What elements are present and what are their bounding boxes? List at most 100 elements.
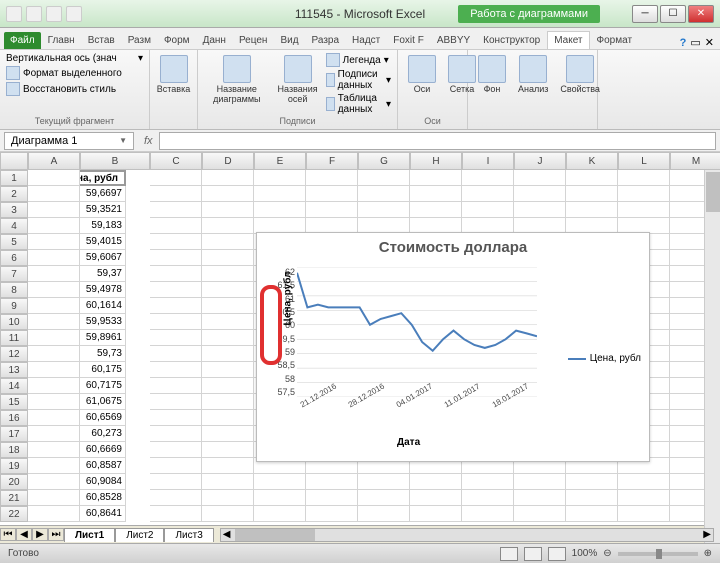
column-header-A[interactable]: A — [28, 152, 80, 170]
column-header-D[interactable]: D — [202, 152, 254, 170]
row-header-20[interactable]: 20 — [0, 474, 28, 490]
cell-C4[interactable] — [150, 218, 202, 234]
sheet-tab-2[interactable]: Лист2 — [115, 528, 164, 542]
cell-D13[interactable] — [202, 362, 254, 378]
help-icon[interactable]: ? — [680, 37, 687, 49]
cell-E1[interactable] — [254, 170, 306, 186]
cell-C14[interactable] — [150, 378, 202, 394]
cell-A19[interactable] — [28, 458, 80, 474]
embedded-chart[interactable]: Стоимость доллара 6261,56160,56059,55958… — [256, 232, 650, 462]
tab-insert[interactable]: Встав — [82, 32, 121, 49]
cell-D5[interactable] — [202, 234, 254, 250]
cell-I3[interactable] — [462, 202, 514, 218]
cell-A10[interactable] — [28, 314, 80, 330]
cell-L3[interactable] — [618, 202, 670, 218]
row-header-15[interactable]: 15 — [0, 394, 28, 410]
cell-A7[interactable] — [28, 266, 80, 282]
cell-C2[interactable] — [150, 186, 202, 202]
row-header-6[interactable]: 6 — [0, 250, 28, 266]
cell-H1[interactable] — [410, 170, 462, 186]
cell-G22[interactable] — [358, 506, 410, 522]
row-header-13[interactable]: 13 — [0, 362, 28, 378]
cell-A20[interactable] — [28, 474, 80, 490]
tab-foxit[interactable]: Foxit F — [387, 32, 430, 49]
row-header-21[interactable]: 21 — [0, 490, 28, 506]
view-normal-button[interactable] — [500, 547, 518, 561]
sheet-tab-1[interactable]: Лист1 — [64, 528, 115, 542]
cell-D6[interactable] — [202, 250, 254, 266]
cell-C15[interactable] — [150, 394, 202, 410]
cell-D9[interactable] — [202, 298, 254, 314]
row-header-9[interactable]: 9 — [0, 298, 28, 314]
cell-A5[interactable] — [28, 234, 80, 250]
cell-A21[interactable] — [28, 490, 80, 506]
chevron-down-icon[interactable]: ▼ — [119, 136, 127, 145]
zoom-out-button[interactable]: ⊖ — [603, 548, 611, 559]
cell-H20[interactable] — [410, 474, 462, 490]
qat-redo-icon[interactable] — [66, 6, 82, 22]
cell-D1[interactable] — [202, 170, 254, 186]
reset-style-button[interactable]: Восстановить стиль — [6, 82, 143, 96]
tab-file[interactable]: Файл — [4, 32, 41, 49]
tab-data[interactable]: Данн — [197, 32, 232, 49]
row-header-16[interactable]: 16 — [0, 410, 28, 426]
sheet-nav-first[interactable]: ⏮ — [0, 528, 16, 541]
cell-G21[interactable] — [358, 490, 410, 506]
cell-I20[interactable] — [462, 474, 514, 490]
cell-G1[interactable] — [358, 170, 410, 186]
cell-A16[interactable] — [28, 410, 80, 426]
row-header-12[interactable]: 12 — [0, 346, 28, 362]
cell-K22[interactable] — [566, 506, 618, 522]
cell-J2[interactable] — [514, 186, 566, 202]
background-button[interactable]: Фон — [474, 53, 510, 97]
tab-view[interactable]: Вид — [274, 32, 304, 49]
chart-plot-area[interactable] — [297, 267, 537, 397]
cell-C22[interactable] — [150, 506, 202, 522]
cell-J21[interactable] — [514, 490, 566, 506]
cell-A6[interactable] — [28, 250, 80, 266]
cell-A11[interactable] — [28, 330, 80, 346]
cell-D12[interactable] — [202, 346, 254, 362]
cell-D4[interactable] — [202, 218, 254, 234]
cell-C19[interactable] — [150, 458, 202, 474]
cell-H2[interactable] — [410, 186, 462, 202]
vscroll-thumb[interactable] — [706, 172, 720, 212]
row-header-17[interactable]: 17 — [0, 426, 28, 442]
column-header-M[interactable]: M — [670, 152, 720, 170]
cell-E3[interactable] — [254, 202, 306, 218]
column-header-E[interactable]: E — [254, 152, 306, 170]
row-header-10[interactable]: 10 — [0, 314, 28, 330]
cell-A2[interactable] — [28, 186, 80, 202]
cell-D20[interactable] — [202, 474, 254, 490]
minimize-button[interactable]: ─ — [632, 5, 658, 23]
cell-C18[interactable] — [150, 442, 202, 458]
cell-A4[interactable] — [28, 218, 80, 234]
cell-D21[interactable] — [202, 490, 254, 506]
cell-L2[interactable] — [618, 186, 670, 202]
cell-F20[interactable] — [306, 474, 358, 490]
cell-A15[interactable] — [28, 394, 80, 410]
cell-C11[interactable] — [150, 330, 202, 346]
chart-legend[interactable]: Цена, рубл — [568, 353, 641, 364]
view-pagebreak-button[interactable] — [548, 547, 566, 561]
cell-H3[interactable] — [410, 202, 462, 218]
cell-E22[interactable] — [254, 506, 306, 522]
row-header-2[interactable]: 2 — [0, 186, 28, 202]
cell-L21[interactable] — [618, 490, 670, 506]
sheet-nav-prev[interactable]: ◀ — [16, 528, 32, 541]
data-labels-button[interactable]: Подписи данных ▾ — [326, 69, 391, 91]
vertical-scrollbar[interactable] — [704, 170, 720, 543]
name-box[interactable]: Диаграмма 1▼ — [4, 132, 134, 150]
chart-title[interactable]: Стоимость доллара — [257, 233, 649, 256]
column-header-F[interactable]: F — [306, 152, 358, 170]
cell-D7[interactable] — [202, 266, 254, 282]
horizontal-scrollbar[interactable]: ◀▶ — [220, 528, 714, 542]
cell-C20[interactable] — [150, 474, 202, 490]
tab-addins[interactable]: Надст — [346, 32, 386, 49]
tab-abbyy[interactable]: ABBYY — [431, 32, 476, 49]
properties-button[interactable]: Свойства — [556, 53, 604, 97]
cell-F22[interactable] — [306, 506, 358, 522]
cell-D18[interactable] — [202, 442, 254, 458]
cell-C1[interactable] — [150, 170, 202, 186]
cell-D22[interactable] — [202, 506, 254, 522]
